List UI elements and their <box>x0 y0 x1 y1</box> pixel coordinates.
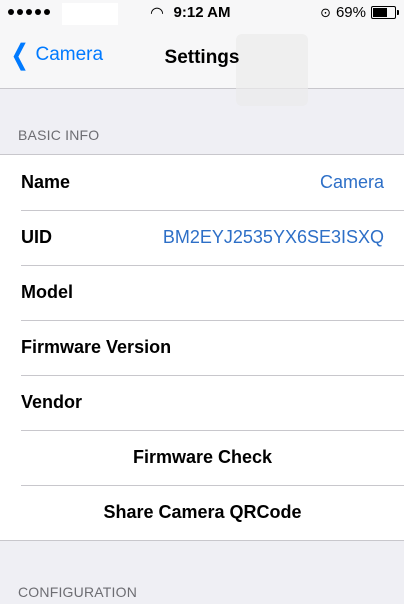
row-vendor[interactable]: Vendor <box>0 375 404 430</box>
row-firmware-version[interactable]: Firmware Version <box>0 320 404 375</box>
row-label: Model <box>21 282 73 302</box>
row-label: Name <box>21 172 71 192</box>
row-label: Vendor <box>21 392 83 412</box>
battery-area: ⊙ 69% <box>320 4 399 21</box>
overlay-placeholder <box>236 34 308 106</box>
row-uid[interactable]: UID BM2EYJ2535YX6SE3ISXQ <box>0 210 404 265</box>
status-bar: ◠ 9:12 AM ⊙ 69% <box>0 0 404 28</box>
row-label: UID <box>21 227 52 247</box>
row-value: Camera <box>319 172 384 192</box>
row-name[interactable]: Name Camera <box>0 155 404 210</box>
share-camera-qrcode-label: Share Camera QRCode <box>103 502 302 522</box>
row-model[interactable]: Model <box>0 265 404 320</box>
battery-icon <box>371 6 399 19</box>
basic-info-group: Name Camera UID BM2EYJ2535YX6SE3ISXQ Mod… <box>0 154 404 541</box>
firmware-check-label: Firmware Check <box>132 447 273 467</box>
battery-percent: 69% <box>335 4 366 21</box>
page-title: Settings <box>164 47 240 68</box>
rotation-lock-icon: ⊙ <box>320 4 331 20</box>
section-header-configuration: CONFIGURATION <box>18 584 138 600</box>
row-label: Firmware Version <box>21 337 172 357</box>
row-value: BM2EYJ2535YX6SE3ISXQ <box>162 227 384 247</box>
firmware-check-button[interactable]: Firmware Check <box>0 430 404 485</box>
navigation-bar: ❮ Camera Settings <box>0 28 404 106</box>
section-header-basic-info: BASIC INFO <box>18 127 100 143</box>
share-camera-qrcode-button[interactable]: Share Camera QRCode <box>0 485 404 540</box>
